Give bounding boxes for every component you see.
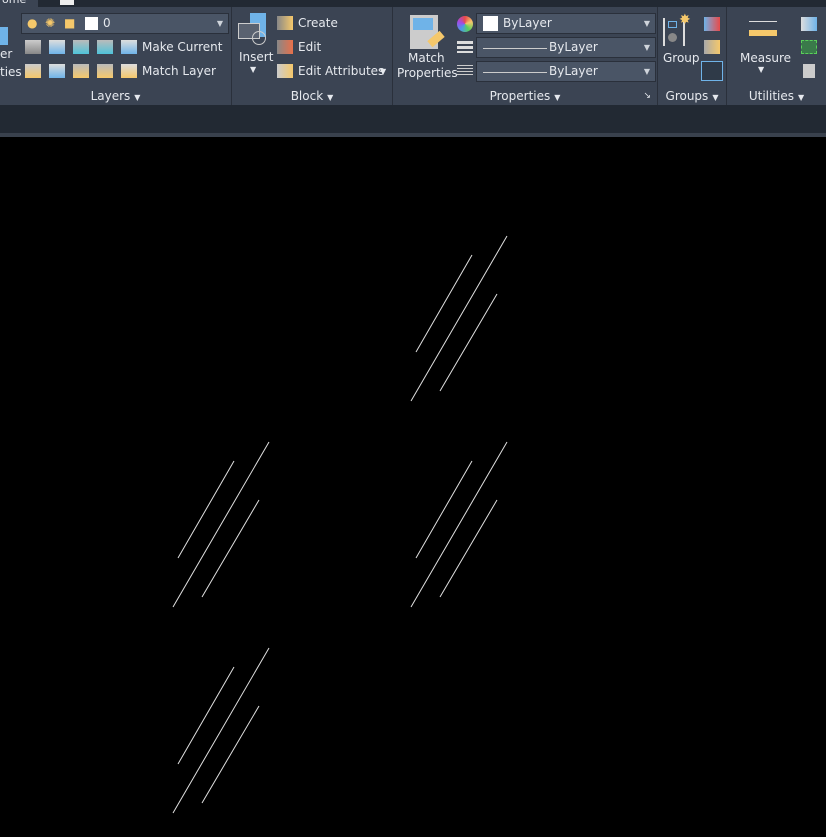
match-layer-icon[interactable] (121, 64, 137, 78)
chevron-down-icon: ▼ (798, 93, 805, 102)
tab-insert[interactable] (60, 0, 74, 5)
linetype-icon (457, 65, 473, 77)
quick-select-icon[interactable] (801, 17, 817, 31)
layer-isolate-icon[interactable] (49, 40, 65, 54)
color-swatch (483, 16, 498, 31)
properties-panel-label[interactable]: Properties ▼ (393, 89, 657, 103)
line-entity[interactable] (410, 441, 508, 608)
create-block-button[interactable]: Create (298, 16, 338, 30)
edit-block-button[interactable]: Edit (298, 40, 321, 54)
make-current-icon[interactable] (121, 40, 137, 54)
layer-thaw-icon[interactable] (73, 64, 89, 78)
measure-icon[interactable] (749, 21, 777, 37)
line-entity[interactable] (201, 499, 260, 598)
line-entity[interactable] (172, 647, 270, 814)
group-edit-icon[interactable] (704, 40, 720, 54)
layers-panel: er ties ● ✺ ■ 0 ▼ Make Current Match Lay… (0, 7, 232, 105)
linetype-dropdown[interactable]: ByLayer ▼ (476, 61, 656, 82)
ungroup-icon[interactable] (704, 17, 720, 31)
lineweight-icon (457, 41, 473, 53)
group-icon[interactable]: ✸ (663, 12, 691, 46)
tab-bar: ome (0, 0, 826, 7)
layer-unisolate-icon[interactable] (49, 64, 65, 78)
group-button[interactable]: Group (663, 51, 700, 65)
ribbon: er ties ● ✺ ■ 0 ▼ Make Current Match Lay… (0, 7, 826, 105)
edit-block-icon[interactable] (277, 40, 293, 54)
line-entity[interactable] (410, 235, 508, 402)
match-properties-icon[interactable] (410, 15, 445, 49)
layer-unlock-icon: ■ (64, 16, 76, 30)
utilities-panel-label[interactable]: Utilities ▼ (727, 89, 826, 103)
layer-lock-icon[interactable] (97, 40, 113, 54)
line-entity[interactable] (415, 460, 473, 559)
layer-color-swatch (85, 17, 98, 30)
line-entity[interactable] (415, 254, 473, 353)
chevron-down-icon: ▼ (327, 93, 334, 102)
insert-button[interactable]: Insert (239, 50, 273, 64)
match-layer-button[interactable]: Match Layer (142, 64, 216, 78)
chevron-down-icon: ▼ (134, 93, 141, 102)
line-entity[interactable] (201, 705, 260, 804)
calculator-icon[interactable] (803, 64, 815, 78)
tab-home[interactable]: ome (0, 0, 38, 7)
chevron-down-icon: ▼ (643, 43, 650, 52)
layers-panel-label[interactable]: Layers ▼ (0, 89, 231, 103)
chevron-down-icon[interactable]: ▼ (250, 65, 256, 74)
layer-properties-icon[interactable] (0, 27, 8, 45)
line-entity[interactable] (439, 499, 498, 598)
line-entity[interactable] (177, 666, 235, 765)
groups-panel: ✸ Group Groups ▼ (658, 7, 727, 105)
edit-attributes-button[interactable]: Edit Attributes (298, 64, 384, 78)
color-wheel-icon (457, 16, 473, 32)
group-selection-toggle-icon[interactable] (701, 61, 723, 81)
edit-attributes-icon[interactable] (277, 64, 293, 78)
chevron-down-icon: ▼ (643, 67, 650, 76)
layer-freeze-icon[interactable] (73, 40, 89, 54)
insert-icon[interactable] (238, 13, 270, 45)
layer-thaw-sun-icon: ✺ (45, 16, 56, 30)
chevron-down-icon: ▼ (554, 93, 561, 102)
block-panel-label[interactable]: Block ▼ (232, 89, 392, 103)
match-properties-button[interactable]: Match (408, 51, 445, 65)
layer-off-icon[interactable] (25, 40, 41, 54)
line-entity[interactable] (439, 293, 498, 392)
measure-button[interactable]: Measure (740, 51, 791, 65)
layer-properties-label-2[interactable]: ties (0, 65, 22, 79)
drawing-area[interactable] (0, 137, 826, 833)
chevron-down-icon[interactable]: ▼ (380, 67, 386, 76)
layer-on-bulb-icon: ● (27, 16, 38, 30)
color-dropdown[interactable]: ByLayer ▼ (476, 13, 656, 34)
line-entity[interactable] (177, 460, 235, 559)
block-panel: Insert ▼ Create Edit Edit Attributes ▼ B… (232, 7, 393, 105)
layer-on-icon[interactable] (25, 64, 41, 78)
file-tab-bar (0, 105, 826, 133)
drawing-canvas[interactable] (0, 137, 826, 833)
dialog-launcher-icon[interactable]: ↘ (643, 91, 651, 101)
match-properties-button-2[interactable]: Properties (397, 66, 458, 80)
select-all-icon[interactable] (801, 40, 817, 54)
make-current-button[interactable]: Make Current (142, 40, 223, 54)
properties-panel: Match Properties ByLayer ▼ ByLayer ▼ ByL… (393, 7, 658, 105)
layer-properties-label[interactable]: er (0, 47, 12, 61)
create-block-icon[interactable] (277, 16, 293, 30)
layer-dropdown[interactable]: ● ✺ ■ 0 ▼ (21, 13, 229, 34)
chevron-down-icon: ▼ (712, 93, 719, 102)
chevron-down-icon[interactable]: ▼ (758, 65, 764, 74)
line-entity[interactable] (172, 441, 270, 608)
line-preview (483, 72, 547, 73)
lineweight-dropdown[interactable]: ByLayer ▼ (476, 37, 656, 58)
line-preview (483, 48, 547, 49)
layer-unlock-icon[interactable] (97, 64, 113, 78)
chevron-down-icon: ▼ (643, 19, 650, 28)
chevron-down-icon: ▼ (216, 19, 223, 28)
utilities-panel: Measure ▼ Utilities ▼ (727, 7, 826, 105)
groups-panel-label[interactable]: Groups ▼ (658, 89, 726, 103)
